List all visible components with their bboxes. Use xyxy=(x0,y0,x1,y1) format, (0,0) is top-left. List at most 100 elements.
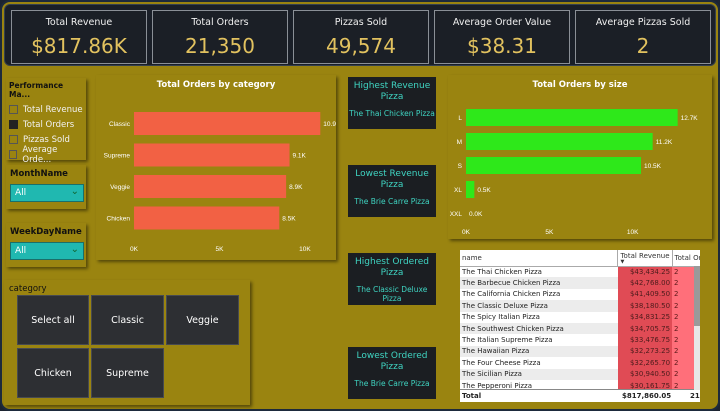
cell-total-revenue: $34,831.25 xyxy=(617,311,673,323)
data-label: 8.9K xyxy=(289,184,303,191)
orders-by-size-chart: Total Orders by size L 12.7K M 11.2K S 10.5K X… xyxy=(448,75,712,239)
measure-option-label: Pizzas Sold xyxy=(23,134,70,145)
cell-total-revenue: $38,180.50 xyxy=(617,300,673,312)
kpi-card-average-pizzas-sold: Average Pizzas Sold 2 xyxy=(575,10,711,64)
category-tick-label: XL xyxy=(454,187,462,194)
bar xyxy=(134,175,287,198)
card-title: Highest Revenue Pizza xyxy=(353,81,431,102)
cell-total-revenue: $32,273.25 xyxy=(617,345,673,358)
kpi-value: 21,350 xyxy=(185,34,255,58)
weekday-dropdown[interactable]: All ⌄ xyxy=(10,242,84,260)
cell-total-revenue: $42,768.00 xyxy=(617,277,673,289)
orders-by-category-svg: Classic 10.9K Supreme 9.1K Veggie 8.9K Chicken… xyxy=(104,112,336,253)
column-header-total-orders[interactable]: Total Or xyxy=(671,250,700,267)
scrollbar-thumb[interactable] xyxy=(694,266,700,326)
data-label: 0.0K xyxy=(469,211,483,218)
data-label: 10.5K xyxy=(644,163,662,170)
data-label: 9.1K xyxy=(293,153,307,160)
bar xyxy=(466,133,653,150)
category-button-veggie[interactable]: Veggie xyxy=(166,295,239,345)
total-orders: 21, xyxy=(690,392,700,400)
cell-name: The Italian Supreme Pizza xyxy=(462,336,553,345)
card-title: Lowest Ordered Pizza xyxy=(356,351,428,372)
measure-option-total-revenue[interactable]: Total Revenue xyxy=(9,102,83,117)
category-slicer: category Select all Classic Veggie Chick… xyxy=(4,280,250,405)
table-row[interactable]: The Spicy Italian Pizza $34,831.25 2 xyxy=(460,311,700,323)
orders-by-size-svg: L 12.7K M 11.2K S 10.5K XL 0.5K XXL 0.0K 0K 5K 10K xyxy=(450,109,699,236)
card-value: The Brie Carre Pizza xyxy=(354,379,430,388)
bar xyxy=(466,109,678,126)
checkbox-icon[interactable] xyxy=(9,135,18,144)
sort-desc-icon: ▼ xyxy=(620,258,625,265)
x-tick-label: 0K xyxy=(130,246,139,253)
cell-name: The California Chicken Pizza xyxy=(462,290,561,299)
category-slicer-title: category xyxy=(9,284,47,294)
table-scrollbar[interactable] xyxy=(694,266,700,390)
cell-total-revenue: $30,940.50 xyxy=(617,368,673,380)
month-slicer-title: MonthName xyxy=(10,169,68,179)
highest-revenue-card: Highest Revenue Pizza The Thai Chicken P… xyxy=(348,77,436,129)
category-button-chicken[interactable]: Chicken xyxy=(17,348,89,398)
checkbox-icon[interactable] xyxy=(9,105,18,114)
cell-total-revenue: $43,434.25 xyxy=(617,266,673,278)
weekday-dropdown-value: All xyxy=(15,246,27,256)
cell-name: The Thai Chicken Pizza xyxy=(462,267,542,276)
data-label: 10.9K xyxy=(323,121,336,128)
pizza-revenue-table: name Total Revenue ▼ Total Or The Thai Ch… xyxy=(460,250,700,402)
category-tick-label: Chicken xyxy=(107,216,131,223)
kpi-label: Pizzas Sold xyxy=(334,17,388,28)
cell-name: The Barbecue Chicken Pizza xyxy=(462,279,561,288)
bar xyxy=(466,181,475,198)
cell-name: The Spicy Italian Pizza xyxy=(462,313,540,322)
month-slicer: MonthName All ⌄ xyxy=(6,165,86,209)
bar xyxy=(134,143,290,167)
card-value: The Thai Chicken Pizza xyxy=(349,109,435,118)
category-tick-label: S xyxy=(458,163,463,170)
kpi-strip: Total Revenue $817.86K Total Orders 21,3… xyxy=(4,4,716,66)
measure-slicer: Performance Ma... Total Revenue Total Or… xyxy=(6,78,86,165)
kpi-label: Average Order Value xyxy=(452,17,552,28)
data-label: 12.7K xyxy=(681,115,699,122)
kpi-value: $38.31 xyxy=(467,34,537,58)
category-button-classic[interactable]: Classic xyxy=(91,295,164,345)
category-button-select-all[interactable]: Select all xyxy=(17,295,89,345)
weekday-slicer: WeekDayName All ⌄ xyxy=(6,223,86,267)
category-tick-label: Veggie xyxy=(110,184,130,191)
x-tick-label: 10K xyxy=(627,229,639,236)
month-dropdown[interactable]: All ⌄ xyxy=(10,184,84,202)
table-header-row: name Total Revenue ▼ Total Or xyxy=(460,250,700,267)
category-tick-label: L xyxy=(458,115,462,122)
kpi-value: 49,574 xyxy=(326,34,396,58)
table-row[interactable]: The Hawaiian Pizza $32,273.25 2 xyxy=(460,345,700,358)
bar xyxy=(466,157,641,174)
kpi-card-total-revenue: Total Revenue $817.86K xyxy=(11,10,147,64)
category-button-supreme[interactable]: Supreme xyxy=(91,348,164,398)
table-row[interactable]: The Classic Deluxe Pizza $38,180.50 2 xyxy=(460,300,700,312)
kpi-card-average-order-value: Average Order Value $38.31 xyxy=(434,10,570,64)
category-tick-label: Supreme xyxy=(104,153,131,160)
card-value: The Brie Carre Pizza xyxy=(354,197,430,206)
table-body: The Thai Chicken Pizza $43,434.25 2 The Bar… xyxy=(460,266,700,392)
column-header-total-revenue[interactable]: Total Revenue ▼ xyxy=(617,250,673,267)
chevron-down-icon: ⌄ xyxy=(70,244,79,255)
cell-name: The Classic Deluxe Pizza xyxy=(462,301,548,310)
kpi-label: Total Revenue xyxy=(45,17,113,28)
kpi-card-pizzas-sold: Pizzas Sold 49,574 xyxy=(293,10,429,64)
table-row[interactable]: The Barbecue Chicken Pizza $42,768.00 2 xyxy=(460,277,700,289)
measure-option-average-order[interactable]: Average Orde... xyxy=(9,145,83,165)
column-header-name[interactable]: name xyxy=(460,250,618,267)
table-row[interactable]: The Italian Supreme Pizza $33,476.75 2 xyxy=(460,334,700,346)
table-row[interactable]: The Sicilian Pizza $30,940.50 2 xyxy=(460,368,700,380)
x-tick-label: 5K xyxy=(215,246,224,253)
table-row[interactable]: The Four Cheese Pizza $32,265.70 2 xyxy=(460,357,700,369)
kpi-card-total-orders: Total Orders 21,350 xyxy=(152,10,288,64)
data-label: 8.5K xyxy=(282,216,296,223)
table-row[interactable]: The Southwest Chicken Pizza $34,705.75 2 xyxy=(460,322,700,335)
checkbox-checked-icon[interactable] xyxy=(9,120,18,129)
checkbox-icon[interactable] xyxy=(9,150,18,159)
lowest-ordered-card: Lowest Ordered Pizza The Brie Carre Pizz… xyxy=(348,347,436,399)
measure-option-total-orders[interactable]: Total Orders xyxy=(9,117,83,132)
table-row[interactable]: The California Chicken Pizza $41,409.50 2 xyxy=(460,288,700,301)
table-row[interactable]: The Thai Chicken Pizza $43,434.25 2 xyxy=(460,266,700,278)
card-title: Highest Ordered Pizza xyxy=(355,257,429,278)
